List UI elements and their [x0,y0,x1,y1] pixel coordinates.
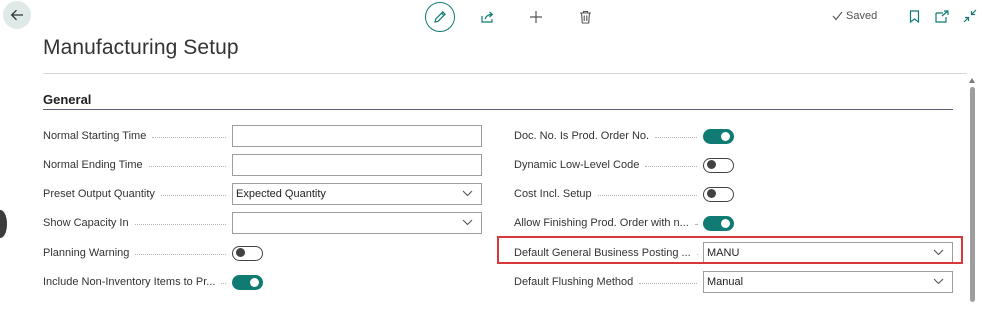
preset-output-quantity-select[interactable]: Expected Quantity [232,183,482,205]
delete-button[interactable] [571,3,599,31]
section-divider [43,109,953,110]
scrollbar-thumb[interactable] [970,87,975,302]
saved-label: Saved [846,10,878,22]
field-normal-ending-time: Normal Ending Time [43,153,482,177]
checkmark-icon [832,11,843,21]
field-label: Dynamic Low-Level Code [514,159,640,171]
collapse-button[interactable] [960,6,980,26]
include-non-inventory-items-toggle[interactable] [232,274,263,290]
open-in-new-window-icon [935,9,949,23]
page-title: Manufacturing Setup [43,36,239,59]
page-actions [904,6,982,26]
field-normal-starting-time: Normal Starting Time [43,124,482,148]
field-label: Normal Starting Time [43,130,147,142]
cost-incl-setup-toggle[interactable] [703,186,734,202]
field-label: Show Capacity In [43,217,129,229]
select-value: Expected Quantity [236,188,326,200]
saved-status: Saved [832,10,877,22]
left-edge-handle [0,210,7,238]
share-icon [480,11,493,23]
field-label: Normal Ending Time [43,159,143,171]
field-doc-no-is-prod-order-no: Doc. No. Is Prod. Order No. [514,124,734,148]
select-value: Manual [707,276,744,288]
collapse-arrows-icon [963,9,977,23]
chevron-down-icon [462,219,473,226]
field-label: Default Flushing Method [514,276,634,288]
dynamic-low-level-code-toggle[interactable] [703,157,734,173]
trash-icon [579,10,591,24]
show-capacity-in-select[interactable] [232,212,482,234]
field-label: Include Non-Inventory Items to Pr... [43,276,216,288]
title-divider [43,73,967,74]
action-toolbar [425,2,620,32]
field-include-non-inventory-items: Include Non-Inventory Items to Pr... [43,270,263,294]
edit-button[interactable] [425,2,455,32]
field-label: Allow Finishing Prod. Order with n... [514,217,689,229]
scroll-up-arrow-icon[interactable] [969,78,975,83]
pencil-icon [434,11,446,23]
section-title-general[interactable]: General [43,92,91,107]
chevron-down-icon [462,190,473,197]
allow-finishing-prod-order-toggle[interactable] [703,215,734,231]
field-cost-incl-setup: Cost Incl. Setup [514,182,734,206]
arrow-left-icon [10,9,23,21]
field-label: Doc. No. Is Prod. Order No. [514,130,650,142]
plus-icon [530,11,542,23]
field-allow-finishing-prod-order: Allow Finishing Prod. Order with n... [514,211,734,235]
planning-warning-toggle[interactable] [232,245,263,261]
bookmark-button[interactable] [904,6,924,26]
field-preset-output-quantity: Preset Output Quantity Expected Quantity [43,182,482,206]
doc-no-is-prod-order-no-toggle[interactable] [703,128,734,144]
bookmark-icon [909,9,919,23]
normal-starting-time-input[interactable] [232,125,482,147]
chevron-down-icon [933,278,944,285]
back-button[interactable] [3,1,31,29]
normal-ending-time-input[interactable] [232,154,482,176]
default-flushing-method-select[interactable]: Manual [703,271,953,293]
field-label: Preset Output Quantity [43,188,155,200]
share-button[interactable] [473,3,501,31]
field-dynamic-low-level-code: Dynamic Low-Level Code [514,153,734,177]
field-show-capacity-in: Show Capacity In [43,211,482,235]
field-label: Planning Warning [43,247,130,259]
field-default-flushing-method: Default Flushing Method Manual [514,270,953,294]
highlight-box [497,236,963,264]
new-button[interactable] [522,3,550,31]
field-label: Cost Incl. Setup [514,188,592,200]
open-new-window-button[interactable] [932,6,952,26]
field-planning-warning: Planning Warning [43,241,263,265]
